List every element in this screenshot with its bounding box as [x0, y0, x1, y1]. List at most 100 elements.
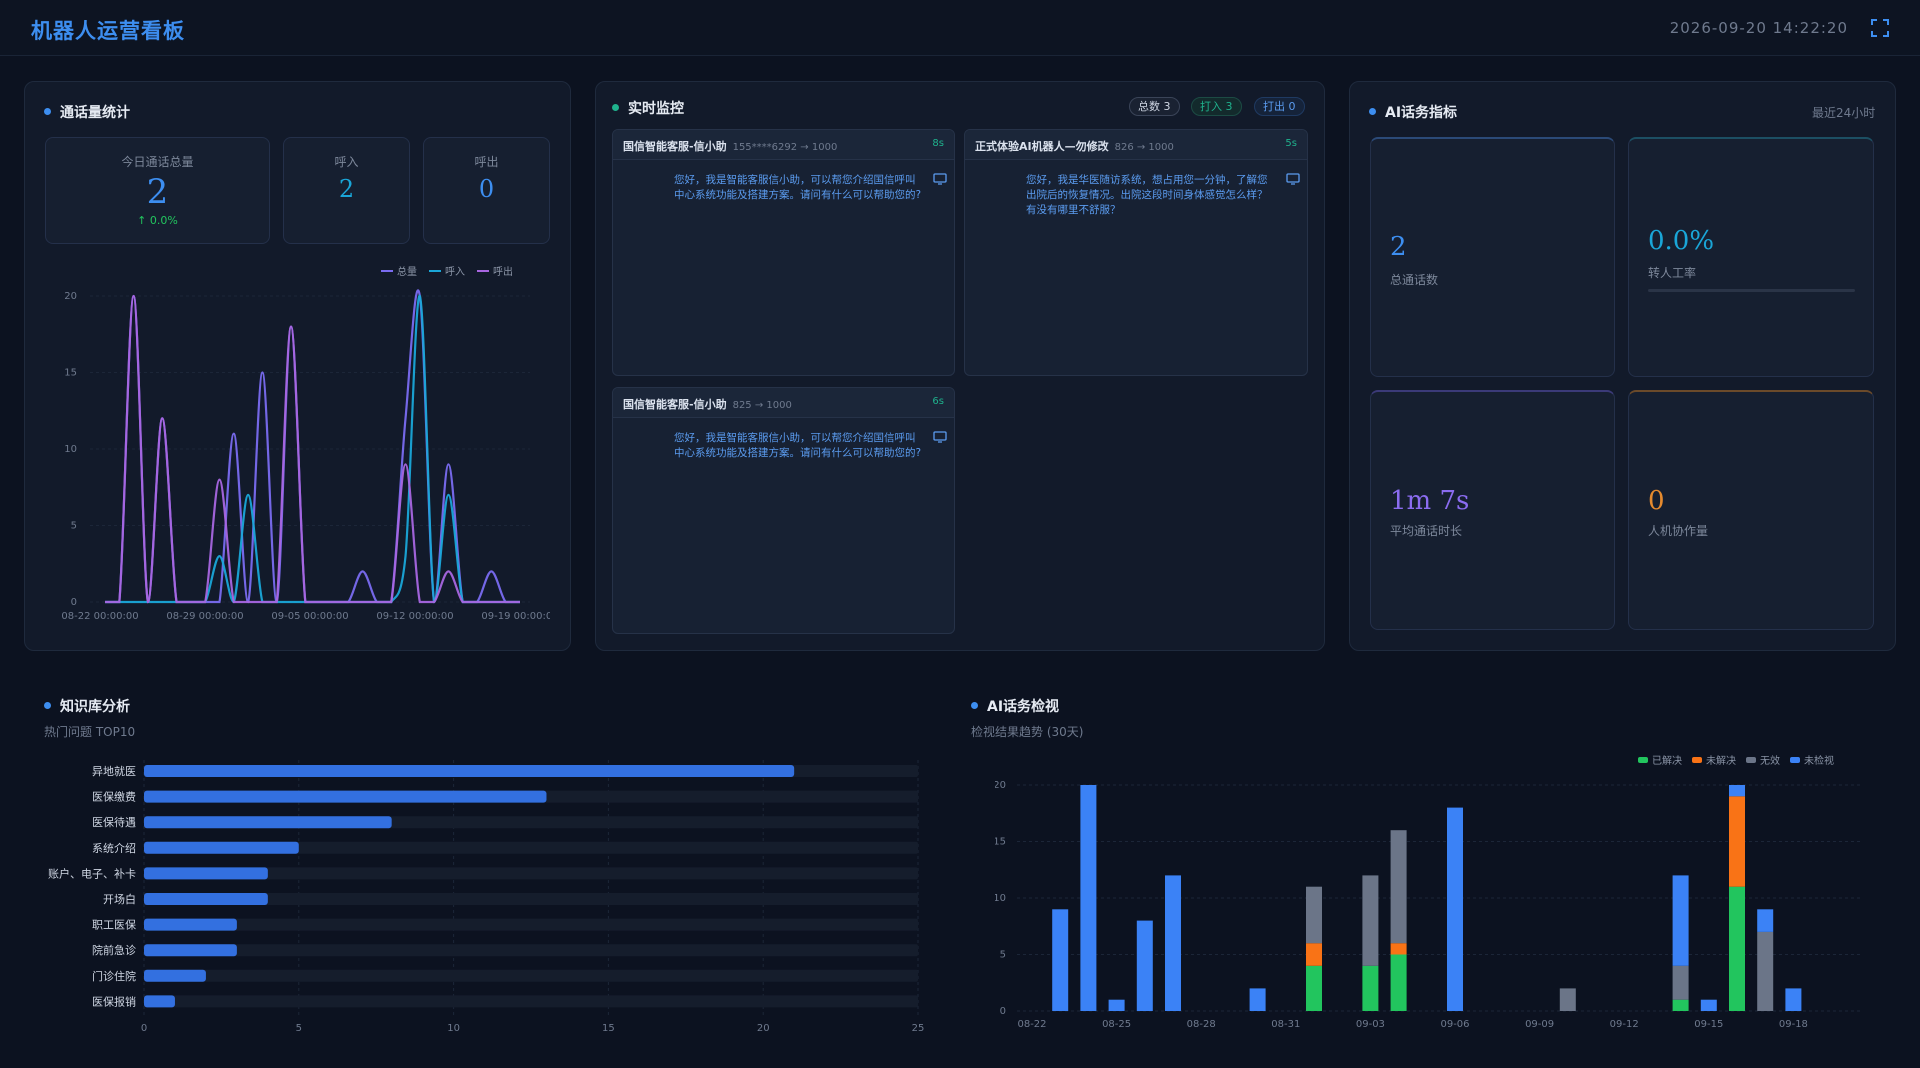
bar-segment-invalid	[1672, 965, 1689, 1000]
ai-metrics-range: 最近24小时	[1812, 106, 1876, 120]
bar	[144, 893, 268, 905]
bar-segment-invalid	[1559, 988, 1576, 1011]
legend-out[interactable]: 呼出	[477, 263, 513, 278]
monitor-icon	[1286, 173, 1300, 185]
x-tick-label: 09-05 00:00:00	[271, 611, 348, 622]
call-card-duration: 5s	[1285, 138, 1297, 149]
legend-unresolved[interactable]: 未解决	[1692, 752, 1736, 767]
bar-segment-resolved	[1672, 999, 1689, 1011]
transfer-rate-bar	[1648, 289, 1855, 292]
call-card-2[interactable]: 正式体验AI机器人—勿修改 826 → 1000 5s 您好，我是华医随访系统，想…	[964, 129, 1308, 376]
bar-segment-uninspected	[1080, 785, 1097, 1011]
bar-segment-uninspected	[1700, 999, 1717, 1011]
bar	[144, 867, 268, 880]
bar-segment-uninspected	[1052, 909, 1069, 1011]
bar-segment-invalid	[1306, 886, 1322, 944]
metric-avg-duration: 1m 7s 平均通话时长	[1370, 390, 1615, 630]
category-label: 医保报销	[92, 994, 136, 1008]
legend-total[interactable]: 总量	[381, 263, 417, 278]
call-card-3[interactable]: 国信智能客服-信小助 825 → 1000 6s 您好，我是智能客服信小助，可以帮…	[612, 387, 955, 634]
x-tick-label: 09-15	[1694, 1019, 1723, 1030]
bar-track	[144, 969, 918, 982]
call-card-1[interactable]: 国信智能客服-信小助 155****6292 → 1000 8s 您好，我是智能客…	[612, 129, 955, 376]
metric-transfer-rate: 0.0% 转人工率	[1628, 137, 1874, 377]
call-card-header: 正式体验AI机器人—勿修改 826 → 1000 5s	[965, 130, 1307, 160]
outbound-value: 0	[478, 175, 495, 203]
bar-track	[144, 944, 918, 957]
legend-in[interactable]: 呼入	[429, 263, 465, 278]
x-tick-label: 08-31	[1271, 1019, 1300, 1030]
bar-segment-uninspected	[1249, 988, 1266, 1011]
category-label: 职工医保	[92, 918, 136, 932]
x-tick-label: 0	[141, 1023, 147, 1034]
bar-segment-uninspected	[1136, 920, 1153, 1011]
metric-value: 1m 7s	[1390, 486, 1470, 516]
today-delta: ↑ 0.0%	[137, 214, 178, 227]
bar-segment-uninspected	[1757, 909, 1774, 932]
x-tick-label: 15	[602, 1023, 615, 1034]
category-label: 账户、电子、补卡	[48, 866, 136, 880]
bar-segment-invalid	[1362, 875, 1379, 966]
inbound-value: 2	[338, 175, 355, 203]
inbound-label: 呼入	[334, 155, 359, 169]
bar	[144, 918, 237, 931]
x-tick-label: 10	[447, 1023, 460, 1034]
x-tick-label: 5	[296, 1023, 302, 1034]
top-questions-chart: 0 5 10 15 20 25 异地就医医保缴费医保待遇系统介绍账户、电子、补卡开场白职工医…	[48, 760, 924, 1034]
metric-label: 平均通话时长	[1390, 524, 1463, 538]
header-bar: 机器人运营看板 2026-09-20 14:22:20	[0, 0, 1920, 56]
bar-segment-resolved	[1729, 886, 1745, 1011]
metric-total-calls: 2 总通话数	[1370, 137, 1615, 377]
y-tick-label: 15	[995, 837, 1006, 848]
x-tick-label: 08-22	[1017, 1019, 1046, 1030]
bar-segment-unresolved	[1390, 943, 1407, 955]
bar	[144, 790, 547, 803]
y-tick-label: 5	[71, 521, 77, 532]
inspection-trend-chart: 0 5 10 15 20 08-22 08-25 08-28 08-31 09-03 09-06 09…	[995, 780, 1860, 1030]
bar	[144, 816, 392, 829]
category-label: 开场白	[103, 892, 136, 906]
monitor-icon	[933, 173, 947, 185]
x-tick-label: 09-12	[1610, 1019, 1639, 1030]
bar-segment-uninspected	[1785, 988, 1802, 1011]
call-card-name: 国信智能客服-信小助	[623, 398, 727, 411]
bar-track	[144, 918, 918, 931]
ai-metrics-title: AI话务指标	[1369, 102, 1457, 122]
metric-label: 总通话数	[1390, 273, 1439, 287]
outbound-label: 呼出	[474, 155, 499, 169]
bar-segment-resolved	[1390, 954, 1407, 1011]
x-tick-label: 09-12 00:00:00	[376, 611, 453, 622]
datetime: 2026-09-20 14:22:20	[1669, 19, 1848, 37]
call-card-phone: 826 → 1000	[1114, 142, 1174, 153]
y-tick-label: 0	[71, 597, 77, 608]
call-card-phone: 155****6292 → 1000	[732, 142, 838, 153]
call-card-message: 您好，我是智能客服信小助，可以帮您介绍国信呼叫中心系统功能及搭建方案。请问有什么…	[674, 432, 922, 459]
category-label: 医保待遇	[92, 815, 136, 829]
bar-track	[144, 995, 918, 1008]
monitor-title: 实时监控	[612, 98, 684, 118]
call-card-duration: 8s	[932, 138, 944, 149]
bar	[144, 944, 237, 957]
x-tick-label: 09-09	[1525, 1019, 1554, 1030]
badge-in[interactable]: 打入 3	[1191, 97, 1242, 116]
call-card-name: 正式体验AI机器人—勿修改	[975, 140, 1109, 153]
badge-total[interactable]: 总数 3	[1129, 97, 1180, 116]
knowledge-subtitle: 热门问题 TOP10	[44, 725, 136, 739]
legend-uninspected[interactable]: 未检视	[1790, 752, 1834, 767]
fullscreen-icon[interactable]	[1871, 19, 1889, 37]
call-card-header: 国信智能客服-信小助 825 → 1000 6s	[613, 388, 954, 418]
y-tick-label: 20	[64, 291, 77, 302]
bar-segment-unresolved	[1306, 943, 1322, 966]
call-card-duration: 6s	[932, 396, 944, 407]
bar-segment-unresolved	[1729, 796, 1745, 887]
page-title: 机器人运营看板	[31, 19, 185, 43]
legend-resolved[interactable]: 已解决	[1638, 752, 1682, 767]
y-tick-label: 10	[995, 893, 1006, 904]
x-tick-label: 09-06	[1440, 1019, 1469, 1030]
badge-out[interactable]: 打出 0	[1254, 97, 1305, 116]
inspection-title: AI话务检视	[971, 696, 1059, 716]
today-total-value: 2	[146, 172, 169, 212]
inbound-card: 呼入 2	[283, 137, 410, 244]
legend-invalid[interactable]: 无效	[1746, 752, 1780, 767]
category-label: 异地就医	[92, 764, 136, 778]
